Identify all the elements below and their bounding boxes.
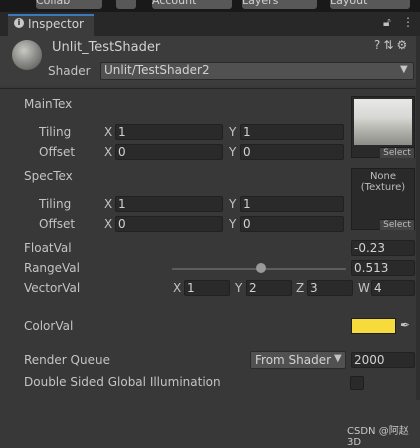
rangeval-slider-thumb[interactable] bbox=[256, 263, 267, 273]
scrollbar[interactable] bbox=[416, 36, 420, 400]
lock-icon[interactable]: 🔓︎ bbox=[383, 15, 391, 30]
maintex-tiling-y-field[interactable]: 1 bbox=[240, 124, 344, 140]
material-preview-icon bbox=[12, 40, 42, 70]
maintex-offset-y-field[interactable]: 0 bbox=[240, 144, 344, 160]
spectex-slot[interactable]: None (Texture) Select bbox=[351, 168, 415, 230]
spectex-tiling-y-field[interactable]: 1 bbox=[240, 196, 344, 212]
render-queue-label: Render Queue bbox=[24, 353, 110, 367]
spectex-tiling-y-label: Y bbox=[229, 197, 237, 211]
header-icons: ?⇅⚙ bbox=[374, 38, 410, 52]
maintex-thumbnail bbox=[354, 99, 412, 145]
floatval-field[interactable]: -0.23 bbox=[351, 240, 415, 256]
spectex-label: SpecTex bbox=[24, 169, 73, 183]
double-sided-gi-checkbox[interactable] bbox=[350, 376, 364, 390]
maintex-tiling-y-label: Y bbox=[229, 125, 237, 139]
spectex-tiling-label: Tiling bbox=[39, 197, 72, 211]
vectorval-label: VectorVal bbox=[24, 281, 81, 295]
info-icon: i bbox=[14, 18, 24, 28]
rangeval-field[interactable]: 0.513 bbox=[351, 260, 415, 276]
vectorval-w-field[interactable]: 4 bbox=[371, 280, 415, 296]
maintex-offset-label: Offset bbox=[39, 145, 76, 159]
eyedropper-icon[interactable]: ✒ bbox=[400, 318, 410, 332]
spectex-none-text: None (Texture) bbox=[360, 171, 406, 193]
material-name: Unlit_TestShader bbox=[52, 40, 161, 55]
maintex-slot[interactable]: Select bbox=[351, 96, 415, 158]
spectex-offset-x-field[interactable]: 0 bbox=[115, 216, 223, 232]
spectex-offset-x-label: X bbox=[104, 217, 113, 231]
chevron-down-icon: ▼ bbox=[400, 64, 408, 75]
divider bbox=[0, 88, 420, 89]
colorval-swatch[interactable] bbox=[351, 318, 396, 334]
shader-label: Shader bbox=[48, 64, 91, 78]
vectorval-x-field[interactable]: 1 bbox=[184, 280, 230, 296]
colorval-label: ColorVal bbox=[24, 319, 74, 333]
spectex-offset-label: Offset bbox=[39, 217, 76, 231]
vectorval-z-label: Z bbox=[296, 281, 305, 295]
vectorval-w-label: W bbox=[358, 281, 370, 295]
maintex-offset-x-field[interactable]: 0 bbox=[115, 144, 223, 160]
shader-value: Unlit/TestShader2 bbox=[104, 63, 210, 77]
maintex-select-button[interactable]: Select bbox=[380, 147, 414, 158]
cloud-button[interactable] bbox=[116, 0, 136, 9]
spectex-tiling-x-label: X bbox=[104, 197, 113, 211]
chevron-down-icon: ▼ bbox=[334, 353, 342, 364]
layers-dropdown[interactable]: Layers bbox=[242, 0, 317, 9]
rangeval-label: RangeVal bbox=[24, 261, 80, 275]
maintex-tiling-x-label: X bbox=[104, 125, 113, 139]
vectorval-z-field[interactable]: 3 bbox=[307, 280, 353, 296]
watermark: CSDN @阿赵3D bbox=[347, 426, 409, 448]
vectorval-y-field[interactable]: 2 bbox=[246, 280, 292, 296]
vectorval-x-label: X bbox=[173, 281, 182, 295]
presets-icon[interactable]: ⇅ bbox=[383, 38, 396, 52]
account-dropdown[interactable]: Account bbox=[152, 0, 232, 9]
kebab-icon[interactable]: ⋮ bbox=[402, 15, 414, 29]
render-queue-field[interactable]: 2000 bbox=[351, 352, 415, 368]
collab-button[interactable]: Collab bbox=[36, 0, 102, 9]
help-icon[interactable]: ? bbox=[374, 38, 383, 52]
double-sided-gi-label: Double Sided Global Illumination bbox=[24, 375, 221, 389]
render-queue-dropdown[interactable]: From Shader bbox=[250, 351, 346, 369]
spectex-select-button[interactable]: Select bbox=[380, 219, 414, 230]
spectex-offset-y-label: Y bbox=[229, 217, 237, 231]
maintex-offset-x-label: X bbox=[104, 145, 113, 159]
maintex-offset-y-label: Y bbox=[229, 145, 237, 159]
vectorval-y-label: Y bbox=[235, 281, 243, 295]
maintex-tiling-x-field[interactable]: 1 bbox=[115, 124, 223, 140]
maintex-tiling-label: Tiling bbox=[39, 125, 72, 139]
spectex-offset-y-field[interactable]: 0 bbox=[240, 216, 344, 232]
settings-icon[interactable]: ⚙ bbox=[396, 38, 410, 52]
floatval-label: FloatVal bbox=[24, 241, 72, 255]
tab-title: Inspector bbox=[28, 17, 84, 31]
maintex-label: MainTex bbox=[24, 97, 73, 111]
layout-dropdown[interactable]: Layout bbox=[330, 0, 410, 9]
spectex-tiling-x-field[interactable]: 1 bbox=[115, 196, 223, 212]
